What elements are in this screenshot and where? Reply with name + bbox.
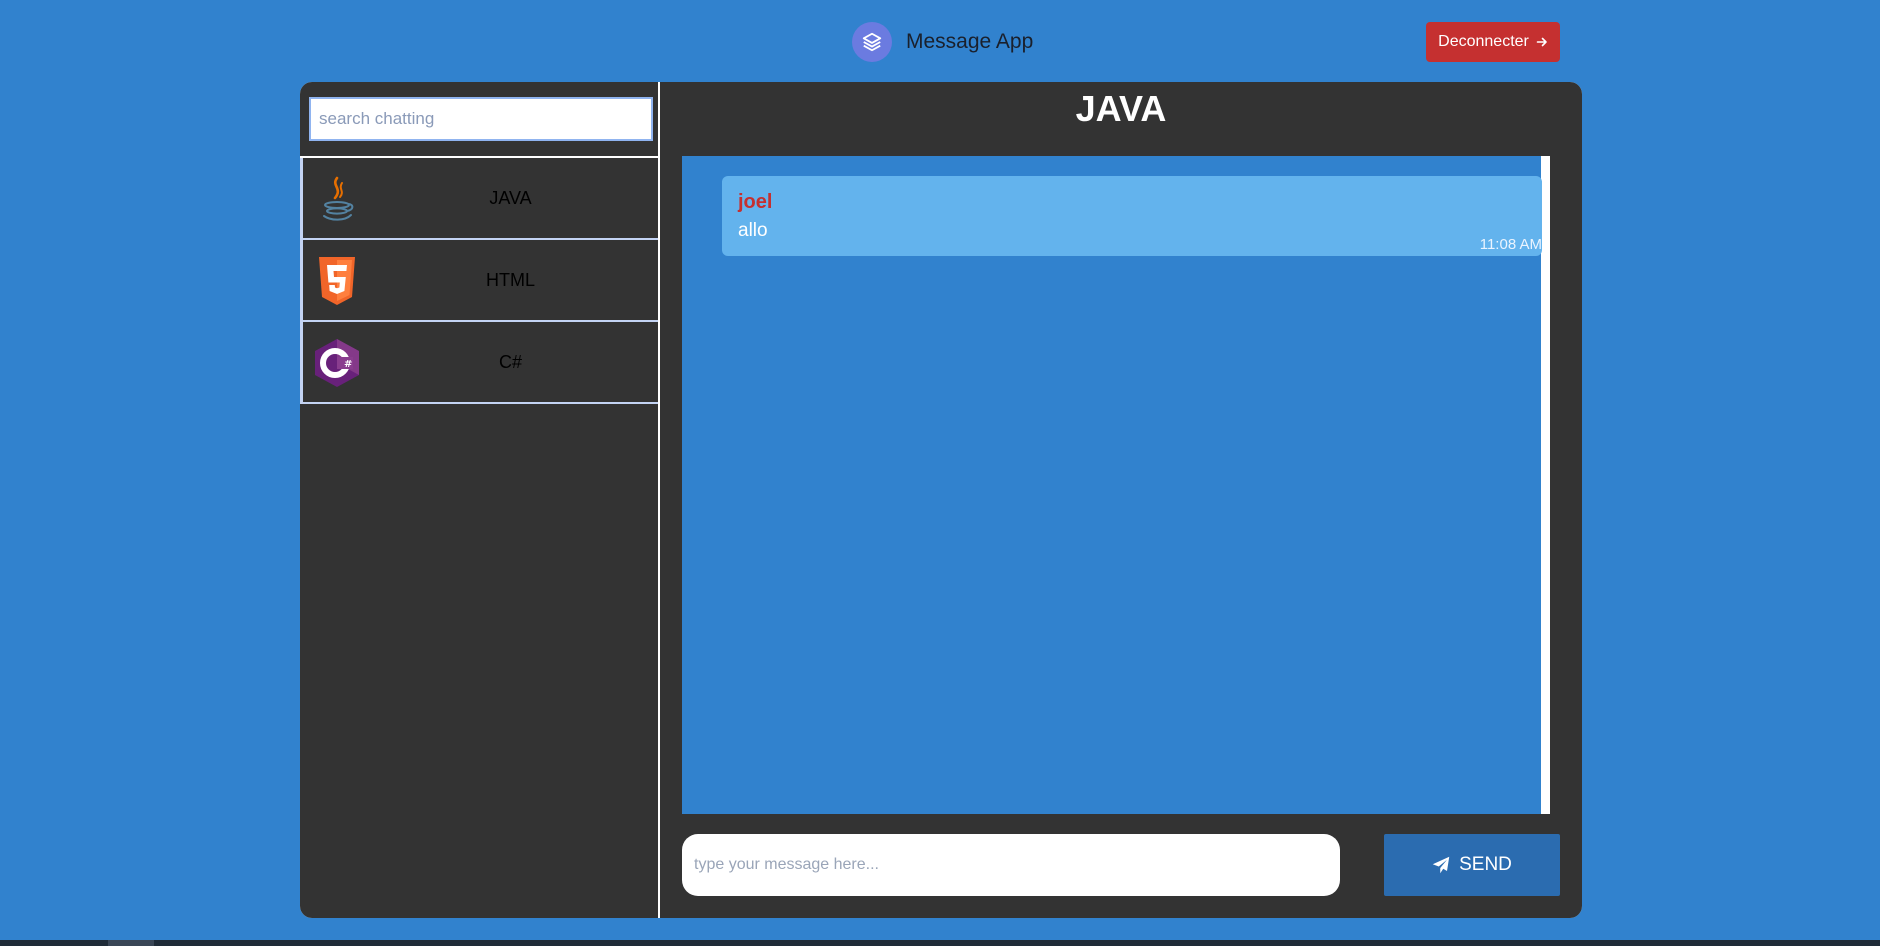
message-sender: joel <box>738 191 773 213</box>
logout-button[interactable]: Deconnecter <box>1426 22 1560 62</box>
chat-window: JAVA joel allo 11:08 AM SEND <box>660 82 1582 918</box>
sidebar-item-label: HTML <box>486 269 535 290</box>
arrow-right-icon <box>1536 37 1547 47</box>
layers-icon <box>852 22 892 62</box>
top-bar: Message App Deconnecter <box>0 0 1880 82</box>
message-bubble: joel allo 11:08 AM <box>722 176 1542 256</box>
sidebar-item-html[interactable]: HTML <box>300 240 658 322</box>
taskbar-edge <box>0 940 1880 946</box>
message-time: 11:08 AM <box>1479 236 1542 253</box>
app-name: Message App <box>906 30 1034 53</box>
sidebar-item-label: JAVA <box>489 187 532 208</box>
chat-title: JAVA <box>1075 88 1167 129</box>
send-label: SEND <box>1459 854 1512 875</box>
search-input[interactable] <box>309 97 653 141</box>
message-text: allo <box>738 220 768 241</box>
send-button[interactable]: SEND <box>1384 834 1560 896</box>
message-input[interactable] <box>682 834 1340 896</box>
search-area <box>300 82 658 158</box>
sidebar-item-java[interactable]: JAVA <box>300 158 658 240</box>
chat-app-panel: JAVA HTML # C# <box>300 82 1582 918</box>
sidebar-item-label: C# <box>498 351 522 372</box>
taskbar-indicator <box>108 940 154 946</box>
message-list[interactable]: joel allo 11:08 AM <box>682 156 1550 814</box>
paper-plane-icon <box>1432 856 1450 874</box>
sidebar: JAVA HTML # C# <box>300 82 660 918</box>
brand[interactable]: Message App <box>852 22 1033 62</box>
sidebar-item-csharp[interactable]: # C# <box>300 322 658 404</box>
logout-label: Deconnecter <box>1438 33 1529 50</box>
